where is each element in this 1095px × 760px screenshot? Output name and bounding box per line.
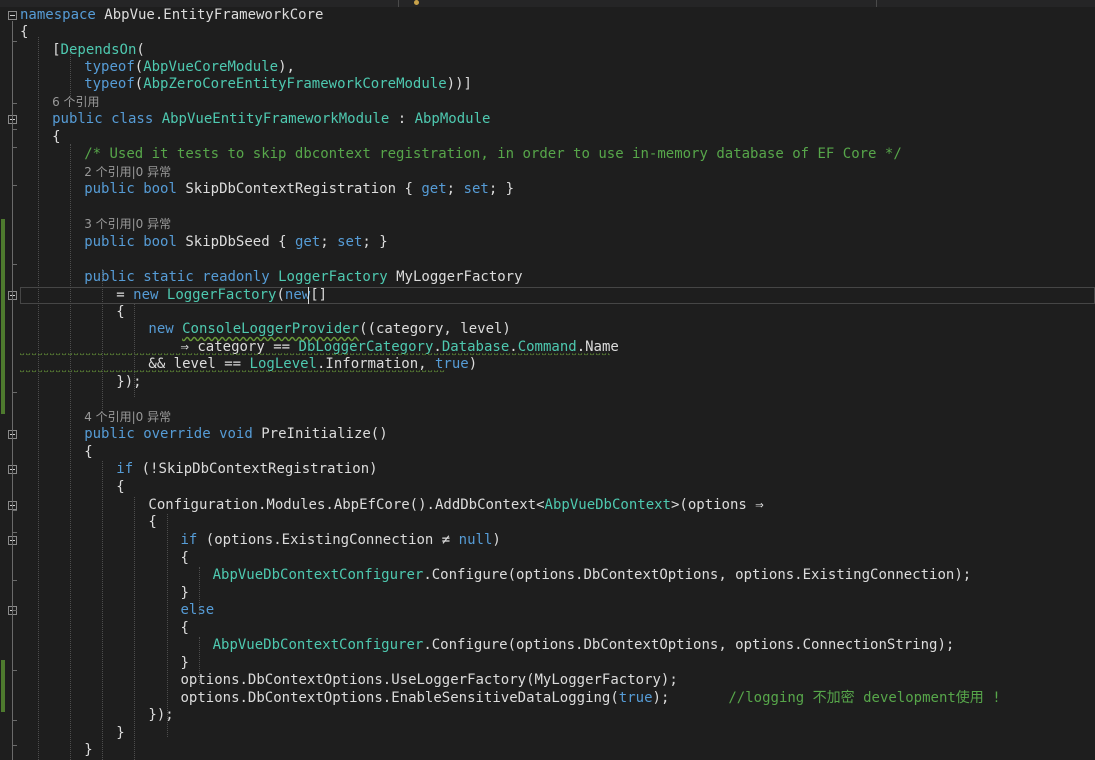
indent-guide: [38, 37, 40, 760]
warning-squiggle: [20, 370, 445, 374]
code-line[interactable]: }: [20, 655, 1095, 672]
tab-partial[interactable]: [432, 0, 772, 7]
code-line[interactable]: }: [20, 742, 1095, 759]
indent-guide: [102, 269, 104, 414]
code-line[interactable]: public static readonly LoggerFactory MyL…: [20, 269, 1095, 286]
fold-end-tick: [12, 129, 17, 130]
code-line[interactable]: typeof(AbpVueCoreModule),: [20, 59, 1095, 76]
code-line[interactable]: }: [20, 725, 1095, 742]
codelens-references[interactable]: 2 个引用|0 异常: [20, 164, 1095, 181]
code-line[interactable]: });: [20, 707, 1095, 724]
code-line[interactable]: public override void PreInitialize(): [20, 426, 1095, 443]
changed-lines-marker: [1, 219, 5, 414]
text-cursor: [308, 287, 310, 304]
code-line[interactable]: namespace AbpVue.EntityFrameworkCore: [20, 7, 1095, 24]
code-editor[interactable]: namespace AbpVue.EntityFrameworkCore{[De…: [20, 7, 1095, 760]
code-line[interactable]: {: [20, 129, 1095, 146]
fold-end-tick: [12, 185, 17, 186]
fold-end-tick: [12, 610, 17, 611]
code-line[interactable]: {: [20, 24, 1095, 41]
fold-end-tick: [12, 720, 17, 721]
tab-partial[interactable]: [900, 0, 1030, 7]
code-line[interactable]: options.DbContextOptions.UseLoggerFactor…: [20, 672, 1095, 689]
code-line[interactable]: typeof(AbpZeroCoreEntityFrameworkCoreMod…: [20, 76, 1095, 93]
indent-guide: [198, 637, 200, 685]
indent-guide: [134, 304, 136, 397]
code-line[interactable]: /* Used it tests to skip dbcontext regis…: [20, 146, 1095, 163]
fold-range-line: [12, 21, 13, 760]
fold-end-tick: [12, 670, 17, 671]
code-line[interactable]: {: [20, 514, 1095, 531]
code-line[interactable]: public bool SkipDbContextRegistration { …: [20, 181, 1095, 198]
document-tab-strip[interactable]: [0, 0, 1095, 7]
code-line[interactable]: });: [20, 374, 1095, 391]
fold-end-tick: [12, 392, 17, 393]
fold-end-tick: [12, 580, 17, 581]
code-line[interactable]: = new LoggerFactory(new[]: [20, 287, 1095, 304]
code-line[interactable]: {: [20, 444, 1095, 461]
fold-end-tick: [12, 103, 17, 104]
codelens-references[interactable]: 6 个引用: [20, 94, 1095, 111]
warning-squiggle: [20, 353, 610, 357]
code-line[interactable]: {: [20, 479, 1095, 496]
code-line[interactable]: AbpVueDbContextConfigurer.Configure(opti…: [20, 567, 1095, 584]
tab-separator: [398, 0, 399, 7]
indent-guide: [70, 144, 72, 760]
code-line[interactable]: new ConsoleLoggerProvider((category, lev…: [20, 321, 1095, 338]
code-line[interactable]: else: [20, 602, 1095, 619]
codelens-references[interactable]: 4 个引用|0 异常: [20, 409, 1095, 426]
changed-lines-marker: [1, 660, 5, 712]
fold-end-tick: [12, 745, 17, 746]
indent-guide: [198, 567, 200, 615]
code-line[interactable]: [20, 251, 1095, 268]
indent-guide: [70, 52, 72, 102]
code-line[interactable]: public bool SkipDbSeed { get; set; }: [20, 234, 1095, 251]
modified-indicator-icon: [414, 0, 419, 5]
code-line[interactable]: }: [20, 585, 1095, 602]
code-line[interactable]: [20, 199, 1095, 216]
tab-separator: [876, 0, 877, 7]
code-line[interactable]: Configuration.Modules.AbpEfCore().AddDbC…: [20, 497, 1095, 514]
fold-end-tick: [12, 532, 17, 533]
indent-guide: [102, 461, 104, 760]
fold-end-tick: [12, 264, 17, 265]
fold-collapse-icon[interactable]: [8, 11, 17, 20]
fold-end-tick: [12, 41, 17, 42]
code-line[interactable]: if (options.ExistingConnection ≠ null): [20, 532, 1095, 549]
fold-end-tick: [12, 510, 17, 511]
indent-guide: [166, 514, 168, 737]
fold-end-tick: [12, 147, 17, 148]
code-line[interactable]: [DependsOn(: [20, 42, 1095, 59]
code-line[interactable]: AbpVueDbContextConfigurer.Configure(opti…: [20, 637, 1095, 654]
editor-gutter: [0, 7, 20, 760]
code-line[interactable]: {: [20, 550, 1095, 567]
indent-guide: [134, 497, 136, 760]
code-line[interactable]: if (!SkipDbContextRegistration): [20, 461, 1095, 478]
code-line[interactable]: public class AbpVueEntityFrameworkModule…: [20, 111, 1095, 128]
codelens-references[interactable]: 3 个引用|0 异常: [20, 216, 1095, 233]
code-line[interactable]: {: [20, 304, 1095, 321]
code-line[interactable]: [20, 391, 1095, 408]
code-line[interactable]: options.DbContextOptions.EnableSensitive…: [20, 690, 1095, 707]
code-line[interactable]: {: [20, 620, 1095, 637]
